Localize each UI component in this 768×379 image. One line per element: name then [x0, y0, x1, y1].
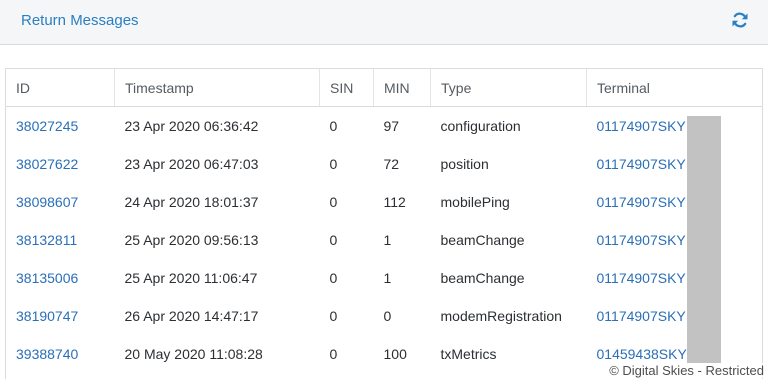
column-header-timestamp[interactable]: Timestamp	[114, 69, 320, 107]
timestamp-cell: 23 Apr 2020 06:36:42	[124, 118, 259, 134]
sin-cell: 0	[329, 346, 338, 362]
min-cell: 112	[383, 194, 406, 210]
message-id-link[interactable]: 38098607	[6, 183, 115, 221]
refresh-icon[interactable]	[731, 11, 749, 29]
sin-cell: 0	[329, 270, 338, 286]
message-id-link[interactable]: 38027622	[6, 145, 115, 183]
terminal-link[interactable]: 01174907SKY	[587, 221, 763, 259]
timestamp-cell: 24 Apr 2020 18:01:37	[124, 194, 259, 210]
min-cell: 100	[383, 346, 407, 362]
type-cell: configuration	[440, 118, 521, 134]
min-cell: 97	[383, 118, 400, 134]
message-id-link[interactable]: 38027245	[6, 107, 115, 146]
messages-table: ID Timestamp SIN MIN Type Terminal 38027…	[6, 69, 762, 373]
timestamp-cell: 25 Apr 2020 11:06:47	[124, 270, 258, 286]
terminal-link[interactable]: 01174907SKY	[587, 183, 763, 221]
table-row: 38190747 26 Apr 2020 14:47:17 0 0 modemRegis…	[6, 297, 762, 335]
terminal-link[interactable]: 01174907SKY	[587, 259, 763, 297]
terminal-link[interactable]: 01174907SKY	[587, 145, 763, 183]
sin-cell: 0	[329, 194, 338, 210]
type-cell: mobilePing	[440, 194, 510, 210]
type-cell: modemRegistration	[440, 308, 562, 324]
timestamp-cell: 23 Apr 2020 06:47:03	[124, 156, 259, 172]
min-cell: 0	[383, 308, 392, 324]
min-cell: 1	[383, 232, 392, 248]
page-header: Return Messages	[0, 0, 768, 45]
sin-cell: 0	[329, 232, 338, 248]
table-row: 38027622 23 Apr 2020 06:47:03 0 72 position 0…	[6, 145, 762, 183]
sin-cell: 0	[329, 308, 338, 324]
timestamp-cell: 26 Apr 2020 14:47:17	[124, 308, 259, 324]
table-row: 38135006 25 Apr 2020 11:06:47 0 1 beamChange…	[6, 259, 762, 297]
terminal-link[interactable]: 01174907SKY	[587, 297, 763, 335]
table-row: 38027245 23 Apr 2020 06:36:42 0 97 configura…	[6, 107, 762, 146]
watermark: © Digital Skies - Restricted	[608, 363, 765, 378]
type-cell: txMetrics	[440, 346, 497, 362]
min-cell: 72	[383, 156, 400, 172]
message-id-link[interactable]: 38135006	[6, 259, 115, 297]
messages-table-container: ID Timestamp SIN MIN Type Terminal 38027…	[5, 68, 763, 379]
timestamp-cell: 20 May 2020 11:08:28	[124, 346, 263, 362]
message-id-link[interactable]: 38132811	[6, 221, 115, 259]
sin-cell: 0	[329, 118, 338, 134]
type-cell: beamChange	[440, 232, 525, 248]
column-header-id[interactable]: ID	[6, 69, 115, 107]
type-cell: beamChange	[440, 270, 525, 286]
column-header-sin[interactable]: SIN	[319, 69, 374, 107]
column-header-terminal[interactable]: Terminal	[586, 69, 762, 107]
timestamp-cell: 25 Apr 2020 09:56:13	[124, 232, 259, 248]
message-id-link[interactable]: 38190747	[6, 297, 115, 335]
sin-cell: 0	[329, 156, 338, 172]
min-cell: 1	[383, 270, 392, 286]
table-header-row: ID Timestamp SIN MIN Type Terminal	[6, 69, 762, 107]
page-title-link[interactable]: Return Messages	[21, 12, 139, 29]
table-row: 38098607 24 Apr 2020 18:01:37 0 112 mobilePi…	[6, 183, 762, 221]
message-id-link[interactable]: 39388740	[6, 335, 115, 373]
type-cell: position	[440, 156, 489, 172]
redaction-overlay	[687, 116, 721, 363]
column-header-type[interactable]: Type	[430, 69, 587, 107]
terminal-link[interactable]: 01174907SKY	[587, 107, 763, 146]
table-row: 38132811 25 Apr 2020 09:56:13 0 1 beamChange…	[6, 221, 762, 259]
column-header-min[interactable]: MIN	[373, 69, 431, 107]
